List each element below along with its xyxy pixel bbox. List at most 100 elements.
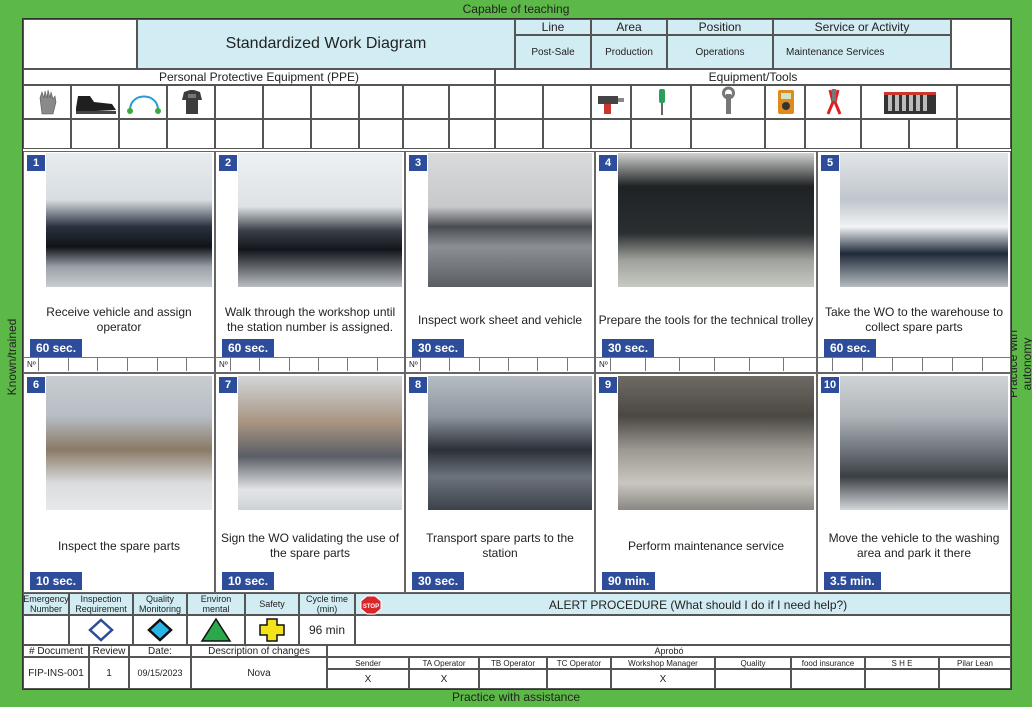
ppe-cell-8 [359,85,403,119]
step-card-9: 9 Perform maintenance service 90 min. [595,373,817,593]
step-counter-cell[interactable] [97,358,128,371]
step-time-badge: 30 sec. [412,572,465,590]
legend-environmental-label: Environ mental [187,593,245,615]
step-counter-cell[interactable] [449,358,479,371]
step-counter-cell[interactable] [67,358,99,371]
step-number: 1 [27,155,45,171]
step-counter-cell[interactable] [783,358,819,371]
header-position-label: Position [667,19,773,35]
approver-role: S H E [865,657,939,669]
step-counter-cell[interactable] [952,358,983,371]
step-counter-cell[interactable] [832,358,863,371]
step-counter-cell[interactable] [318,358,348,371]
coverall-icon [182,90,202,114]
footer-table: # Document Review Date: Description of c… [23,645,1011,689]
footer-approved-label: Aprobó [327,645,1011,657]
ppe-row2-3 [119,119,167,149]
step-photo [840,376,1008,510]
step-counter-row [818,357,1010,372]
multimeter-icon [778,90,794,114]
approver-mark [939,669,1011,689]
step-counter-row: Nº [596,357,816,372]
step-time-badge: 60 sec. [222,339,275,357]
step-counter-label: Nº [599,360,608,369]
step-counter-cell[interactable] [186,358,217,371]
step-counter-cell[interactable] [478,358,509,371]
header-area-value: Production [591,35,667,69]
legend-quality-label: Quality Monitoring [133,593,187,615]
screwdriver-icon [659,89,665,115]
step-counter-cell[interactable] [566,358,597,371]
ppe-cell-7 [311,85,359,119]
step-description: Perform maintenance service [627,538,785,553]
alert-procedure-title: ALERT PROCEDURE (What should I do if I n… [548,598,848,612]
step-counter-cell[interactable] [156,358,188,371]
tool-row2-7 [805,119,861,149]
step-counter-cell[interactable] [347,358,377,371]
step-counter-cell[interactable] [922,358,953,371]
step-description: Inspect the spare parts [57,538,181,553]
tool-cell-5 [691,85,765,119]
step-counter-cell[interactable] [230,358,260,371]
legend-cycle-label: Cycle time (min) [299,593,355,615]
step-counter-cell[interactable] [127,358,158,371]
tools-title: Equipment/Tools [495,69,1011,85]
step-counter-cell[interactable] [714,358,750,371]
ppe-cell-4 [167,85,215,119]
safety-cross-icon [259,618,285,642]
ppe-cell-9 [403,85,449,119]
alert-header: STOP ALERT PROCEDURE (What should I do i… [355,593,1011,615]
emergency-number-cell [23,615,69,645]
step-counter-cell[interactable] [376,358,407,371]
step-card-8: 8 Transport spare parts to the station 30 … [405,373,595,593]
tool-cell-8 [861,85,957,119]
step-counter-cell[interactable] [537,358,567,371]
stop-sign-text: STOP [363,604,379,610]
footer-changes-value: Nova [191,657,327,689]
step-counter-cell[interactable] [259,358,289,371]
step-number: 9 [599,377,617,393]
step-description: Transport spare parts to the station [426,531,574,560]
step-number: 7 [219,377,237,393]
inspection-cell [69,615,133,645]
step-description: Move the vehicle to the washing area and… [828,531,1000,560]
step-counter-cell[interactable] [982,358,1013,371]
step-counter-cell[interactable] [508,358,538,371]
legend-inspection-label: Inspection Requirement [69,593,133,615]
step-counter-cell[interactable] [610,358,646,371]
tool-row2-5 [691,119,765,149]
step-card-5: 5 Take the WO to the warehouse to collect… [817,151,1011,373]
ppe-title: Personal Protective Equipment (PPE) [23,69,495,85]
step-counter-row: Nº [406,357,594,372]
legend-emergency-label: Emergency Number [23,593,69,615]
step-photo [238,153,402,287]
footer-date-label: Date: [129,645,191,657]
ppe-row2-4 [167,119,215,149]
step-photo [46,376,212,510]
step-card-7: 7 Sign the WO validating the use of the s… [215,373,405,593]
step-counter-cell[interactable] [420,358,450,371]
step-counter-cell[interactable] [679,358,715,371]
legend-bar: Emergency Number Inspection Requirement … [23,593,1011,645]
step-counter-label: Nº [219,360,228,369]
safety-cell [245,615,299,645]
approver-role: TA Operator [409,657,479,669]
edge-label-bottom: Practice with assistance [451,690,581,704]
tool-cell-2 [543,85,591,119]
ppe-row2-5 [215,119,263,149]
quality-diamond-icon [147,618,173,642]
step-counter-cell[interactable] [288,358,319,371]
step-counter-cell[interactable] [862,358,893,371]
cycle-time-value: 96 min [299,615,355,645]
footer-doc-label: # Document [23,645,89,657]
step-counter-cell[interactable] [38,358,69,371]
step-time-badge: 3.5 min. [824,572,881,590]
wrench-icon [722,86,735,114]
step-counter-cell[interactable] [748,358,785,371]
step-time-badge: 30 sec. [412,339,465,357]
step-counter-cell[interactable] [892,358,923,371]
tool-row2-9 [909,119,957,149]
step-card-4: 4 Prepare the tools for the technical tro… [595,151,817,373]
step-photo [840,153,1008,287]
step-counter-cell[interactable] [644,358,681,371]
